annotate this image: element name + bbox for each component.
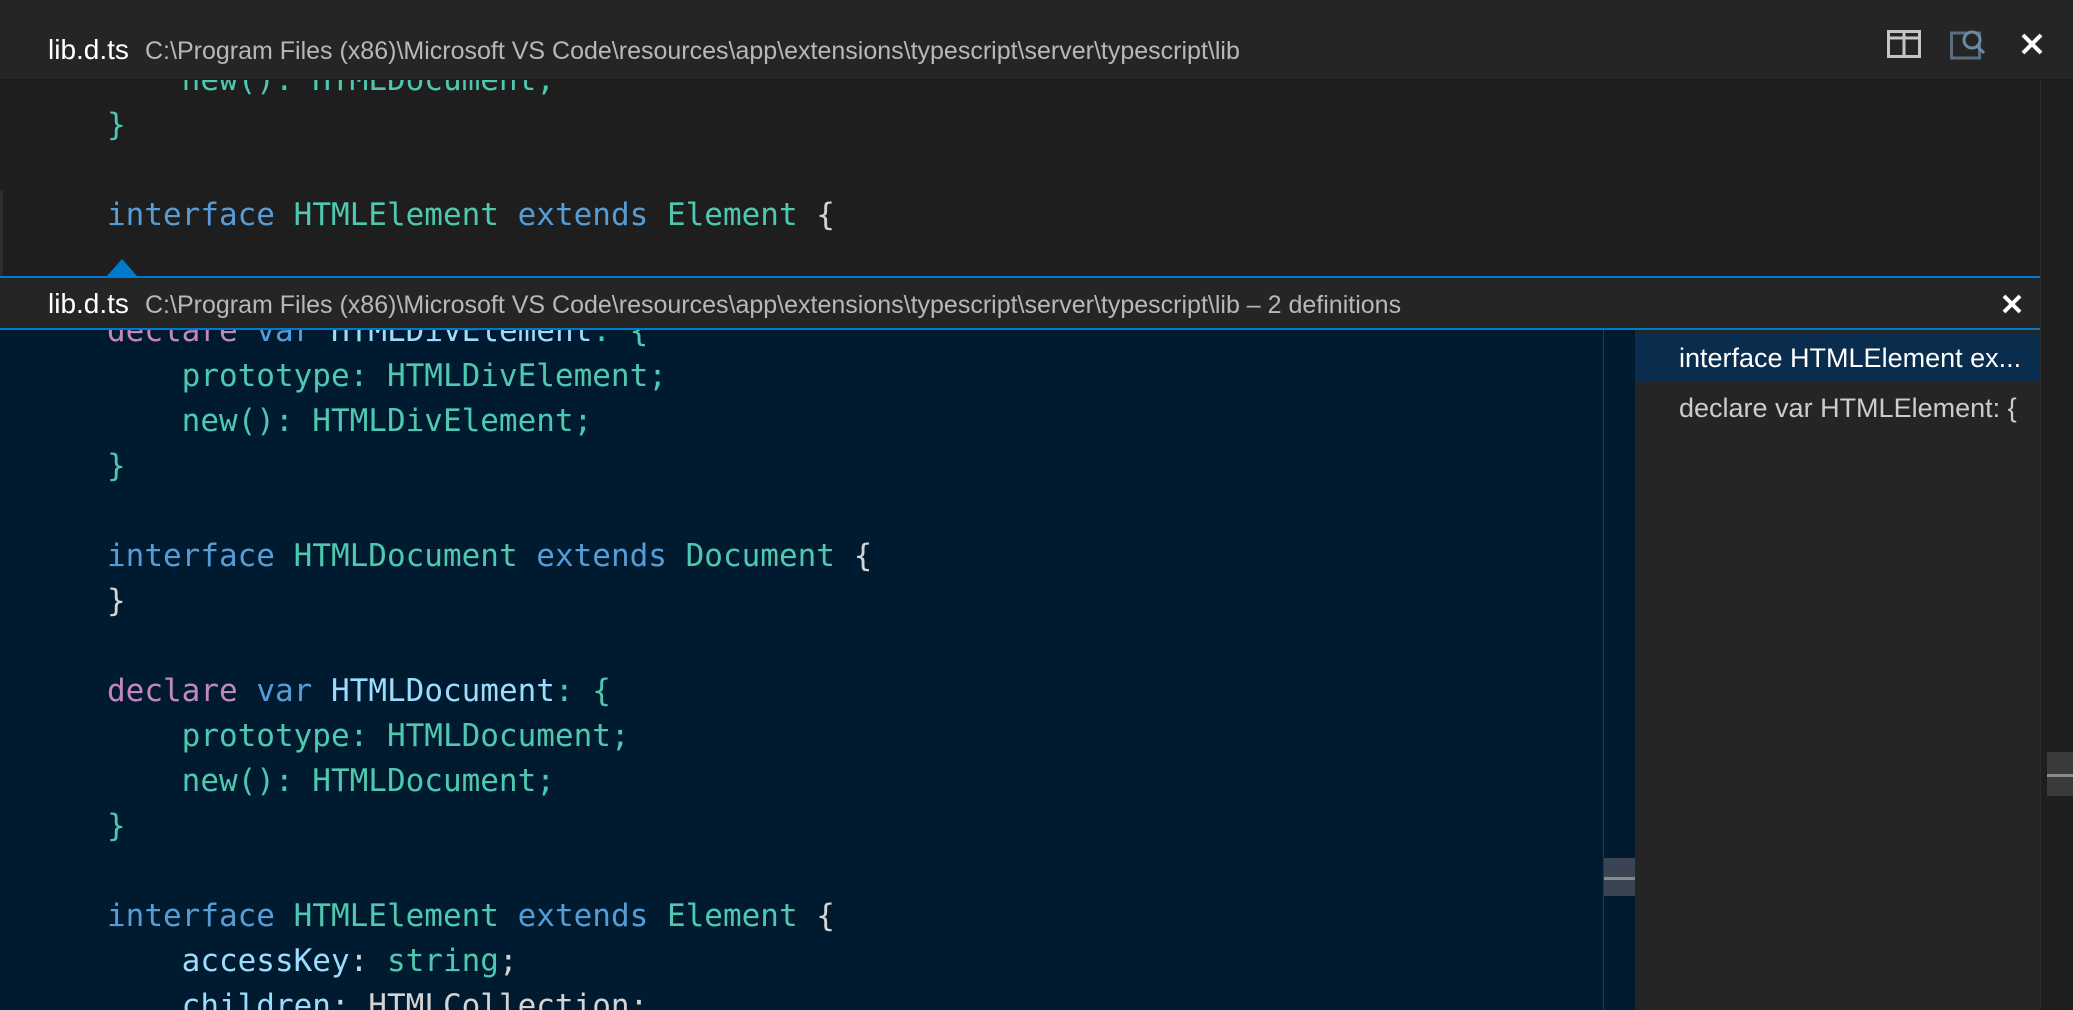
code-line: declare var HTMLDocument: { bbox=[107, 669, 611, 714]
code-line: new(): HTMLDivElement; bbox=[107, 399, 593, 444]
editor-title-bar: lib.d.ts C:\Program Files (x86)\Microsof… bbox=[0, 0, 2073, 80]
code-token: } bbox=[107, 808, 126, 844]
peek-code-preview[interactable]: declare var HTMLDivElement: { prototype:… bbox=[0, 330, 1603, 1010]
code-token: { bbox=[797, 197, 835, 233]
editor-file-path: C:\Program Files (x86)\Microsoft VS Code… bbox=[145, 37, 1240, 65]
open-changes-icon bbox=[1950, 30, 1986, 60]
code-token: declare bbox=[107, 330, 238, 349]
code-token: new(): HTMLDocument; bbox=[107, 80, 555, 98]
code-token: var bbox=[256, 673, 313, 709]
code-line: declare var HTMLDivElement: { bbox=[107, 330, 648, 354]
close-icon bbox=[2002, 294, 2022, 314]
code-token: Element bbox=[666, 898, 798, 934]
code-token: HTMLDocument bbox=[331, 673, 555, 709]
peek-definition-widget: lib.d.ts C:\Program Files (x86)\Microsof… bbox=[0, 276, 2040, 1010]
editor-gutter-marker bbox=[0, 190, 3, 276]
peek-close-button[interactable] bbox=[1992, 284, 2032, 324]
code-token: new(): HTMLDivElement; bbox=[107, 403, 593, 439]
code-token: HTMLCollection bbox=[368, 988, 630, 1010]
code-token: ; bbox=[498, 943, 518, 979]
code-token: } bbox=[107, 583, 126, 619]
code-token: new(): HTMLDocument; bbox=[107, 763, 555, 799]
code-token: HTMLElement bbox=[293, 197, 499, 233]
code-line: children: HTMLCollection; bbox=[107, 984, 649, 1010]
peek-scrollbar[interactable] bbox=[1603, 330, 1636, 1010]
editor-filename[interactable]: lib.d.ts bbox=[48, 31, 129, 69]
code-token: Element bbox=[666, 197, 798, 233]
code-token: : { bbox=[592, 330, 649, 349]
peek-reference-item[interactable]: declare var HTMLElement: { bbox=[1635, 384, 2040, 432]
code-token: { bbox=[797, 898, 835, 934]
code-line: } bbox=[107, 444, 126, 489]
code-token: accessKey bbox=[181, 943, 350, 979]
code-line: interface HTMLDocument extends Document … bbox=[107, 534, 872, 579]
code-token: HTMLDivElement bbox=[331, 330, 593, 349]
code-line: prototype: HTMLDivElement; bbox=[107, 354, 667, 399]
code-token: extends bbox=[517, 898, 649, 934]
code-line: new(): HTMLDocument; bbox=[107, 759, 555, 804]
code-line: accessKey: string; bbox=[107, 939, 518, 984]
code-token: ; bbox=[629, 988, 649, 1010]
code-token: } bbox=[107, 107, 126, 143]
code-line: prototype: HTMLDocument; bbox=[107, 714, 630, 759]
code-line: } bbox=[107, 103, 126, 148]
code-token: prototype: HTMLDocument; bbox=[107, 718, 630, 754]
code-line: new(): HTMLDocument; bbox=[107, 80, 555, 103]
code-token: string bbox=[386, 943, 499, 979]
code-token: : bbox=[330, 988, 369, 1010]
close-icon bbox=[2021, 33, 2043, 55]
code-token: declare bbox=[107, 673, 238, 709]
code-token: : { bbox=[554, 673, 611, 709]
code-token: interface bbox=[107, 538, 275, 574]
code-token: var bbox=[256, 330, 313, 349]
code-token: HTMLElement bbox=[293, 898, 499, 934]
code-token: Document bbox=[685, 538, 835, 574]
code-line: } bbox=[107, 804, 126, 849]
code-token: interface bbox=[107, 197, 275, 233]
code-token: extends bbox=[517, 197, 649, 233]
code-token: { bbox=[834, 538, 873, 574]
editor-actions bbox=[1883, 24, 2053, 64]
peek-filename[interactable]: lib.d.ts bbox=[48, 285, 129, 323]
editor-scrollbar-marker bbox=[2047, 774, 2073, 777]
code-line: } bbox=[107, 579, 126, 624]
peek-header: lib.d.ts C:\Program Files (x86)\Microsof… bbox=[0, 278, 2040, 330]
peek-reference-item[interactable]: interface HTMLElement ex... bbox=[1635, 334, 2040, 382]
code-line: interface HTMLElement extends Element { bbox=[107, 894, 835, 939]
open-changes-button[interactable] bbox=[1947, 23, 1989, 65]
code-token: children bbox=[181, 988, 331, 1010]
peek-pointer bbox=[107, 259, 137, 276]
editor-scrollbar[interactable] bbox=[2040, 80, 2073, 1008]
editor-code-area[interactable]: new(): HTMLDocument;} interface HTMLEleme… bbox=[0, 80, 2040, 276]
code-token: } bbox=[107, 448, 126, 484]
code-token: prototype: HTMLDivElement; bbox=[107, 358, 667, 394]
code-token: interface bbox=[107, 898, 275, 934]
close-editor-button[interactable] bbox=[2011, 23, 2053, 65]
code-token: extends bbox=[536, 538, 667, 574]
code-token: : bbox=[349, 943, 387, 979]
code-token: HTMLDocument bbox=[293, 538, 518, 574]
peek-file-path: C:\Program Files (x86)\Microsoft VS Code… bbox=[145, 291, 1402, 319]
split-editor-icon bbox=[1887, 30, 1921, 58]
split-editor-button[interactable] bbox=[1883, 23, 1925, 65]
peek-scrollbar-marker bbox=[1604, 877, 1636, 880]
code-line: interface HTMLElement extends Element { bbox=[107, 193, 835, 238]
peek-reference-list: interface HTMLElement ex... declare var H… bbox=[1635, 330, 2040, 1010]
